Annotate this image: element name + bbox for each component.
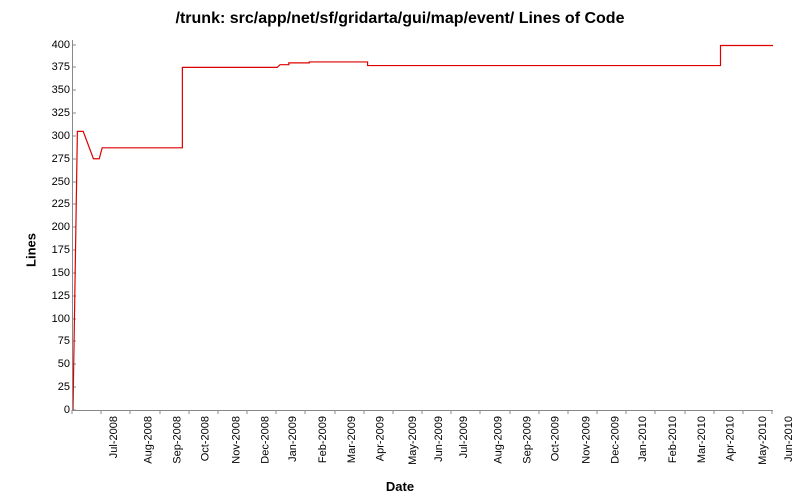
x-tick-label: Jun-2010	[783, 416, 795, 462]
x-tick-label: Jun-2009	[433, 416, 445, 462]
x-tick-label: Apr-2009	[374, 416, 386, 461]
x-tick-label: Nov-2009	[580, 416, 592, 464]
y-tick-label: 150	[40, 267, 70, 279]
x-tick-label: Oct-2009	[549, 416, 561, 461]
x-tick-label: Jul-2008	[108, 416, 120, 458]
y-tick-label: 125	[40, 290, 70, 302]
x-tick-label: Aug-2009	[493, 416, 505, 464]
plot-area	[72, 40, 773, 411]
x-tick-label: May-2010	[757, 416, 769, 465]
x-tick-label: Sep-2009	[522, 416, 534, 464]
y-tick-label: 400	[40, 39, 70, 51]
x-tick-label: Feb-2009	[317, 416, 329, 463]
y-axis-label: Lines	[23, 233, 38, 267]
x-tick-label: Sep-2008	[172, 416, 184, 464]
y-tick-label: 50	[40, 358, 70, 370]
y-tick-label: 375	[40, 61, 70, 73]
x-tick-label: Jul-2009	[458, 416, 470, 458]
y-tick-label: 75	[40, 335, 70, 347]
data-line	[73, 40, 773, 410]
x-tick-label: Feb-2010	[667, 416, 679, 463]
y-tick-label: 275	[40, 153, 70, 165]
y-tick-label: 350	[40, 84, 70, 96]
y-tick-label: 225	[40, 198, 70, 210]
x-tick-label: Jan-2010	[637, 416, 649, 462]
x-tick-label: Oct-2008	[199, 416, 211, 461]
chart-title: /trunk: src/app/net/sf/gridarta/gui/map/…	[0, 10, 800, 28]
y-tick-label: 200	[40, 221, 70, 233]
x-tick-label: Mar-2009	[346, 416, 358, 463]
x-tick-label: Mar-2010	[696, 416, 708, 463]
x-tick-label: Jan-2009	[287, 416, 299, 462]
y-tick-label: 175	[40, 244, 70, 256]
y-tick-label: 0	[40, 404, 70, 416]
chart-container: /trunk: src/app/net/sf/gridarta/gui/map/…	[0, 0, 800, 500]
x-tick-label: Aug-2008	[143, 416, 155, 464]
x-tick-label: May-2009	[407, 416, 419, 465]
x-tick-label: Dec-2008	[260, 416, 272, 464]
x-axis-label: Date	[0, 479, 800, 494]
x-tick-label: Dec-2009	[610, 416, 622, 464]
y-tick-label: 25	[40, 381, 70, 393]
x-tick-label: Nov-2008	[230, 416, 242, 464]
y-tick-label: 325	[40, 107, 70, 119]
y-tick-label: 300	[40, 130, 70, 142]
y-tick-label: 250	[40, 176, 70, 188]
x-tick-label: Apr-2010	[724, 416, 736, 461]
y-tick-label: 100	[40, 313, 70, 325]
